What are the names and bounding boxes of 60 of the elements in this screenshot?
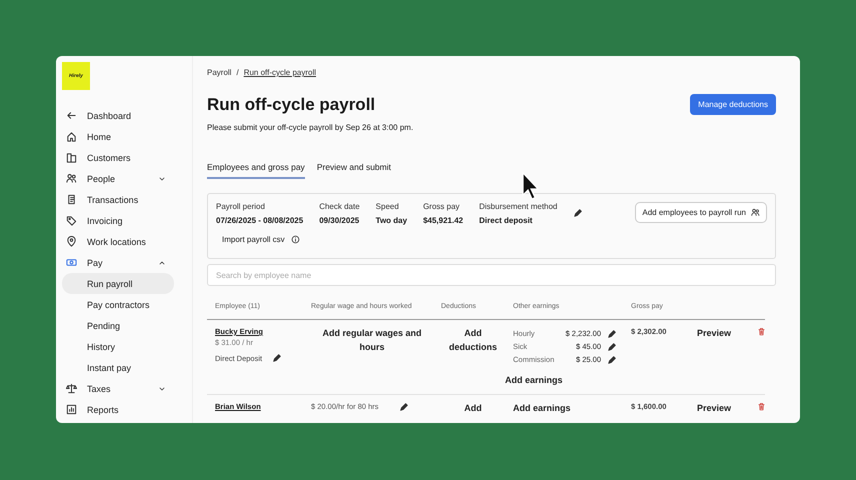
add-earnings-button[interactable]: Add earnings bbox=[513, 402, 571, 415]
field-label: Disbursement method bbox=[479, 202, 558, 211]
tab[interactable]: Preview and submit bbox=[316, 161, 391, 179]
search-field[interactable]: Search by employee name bbox=[207, 264, 776, 286]
receipt-icon bbox=[66, 194, 77, 205]
field-value: Direct deposit bbox=[479, 216, 534, 225]
sidebar-item[interactable]: Reports bbox=[62, 399, 174, 420]
people-icon bbox=[751, 208, 760, 217]
sidebar-subitem[interactable]: Instant pay bbox=[62, 357, 174, 378]
field-label: Payroll period bbox=[216, 202, 266, 211]
field-label: Gross pay bbox=[423, 202, 461, 211]
sidebar-subitem[interactable]: Pending bbox=[62, 315, 174, 336]
import-csv-label: Import payroll csv bbox=[222, 235, 285, 244]
field-value: 07/26/2025 - 08/08/2025 bbox=[216, 216, 304, 225]
add-wages-button[interactable]: Add regular wages and hours bbox=[311, 327, 433, 354]
sidebar-item[interactable]: People bbox=[62, 168, 174, 189]
sidebar-item[interactable]: Pay bbox=[62, 252, 174, 273]
add-deductions-button[interactable]: Add bbox=[464, 402, 482, 415]
manage-deductions-button[interactable]: Manage deductions bbox=[690, 94, 776, 115]
breadcrumb-link[interactable]: Run off-cycle payroll bbox=[244, 68, 316, 77]
sidebar-subitem[interactable]: History bbox=[62, 336, 174, 357]
tab[interactable]: Employees and gross pay bbox=[207, 161, 305, 179]
field-label: Check date bbox=[319, 202, 360, 211]
sidebar-subitem[interactable]: Pay contractors bbox=[62, 294, 174, 315]
home-icon bbox=[66, 131, 77, 142]
field-value: 09/30/2025 bbox=[319, 216, 360, 225]
page-subtitle: Please submit your off-cycle payroll by Sep 26 at 3:00 pm. bbox=[207, 123, 414, 132]
pencil-icon bbox=[272, 353, 282, 363]
breadcrumb-separator: / bbox=[236, 68, 239, 77]
building-icon bbox=[66, 152, 77, 163]
sidebar-item[interactable]: Work locations bbox=[62, 231, 174, 252]
breadcrumb-link[interactable]: Payroll bbox=[207, 68, 232, 77]
sidebar-item[interactable]: Invoicing bbox=[62, 210, 174, 231]
sidebar-item[interactable]: Dashboard bbox=[62, 105, 174, 126]
pencil-icon bbox=[398, 402, 409, 412]
sidebar-item[interactable]: Customers bbox=[62, 147, 174, 168]
preview-button[interactable]: Preview bbox=[697, 327, 732, 340]
back-arrow-icon bbox=[66, 110, 77, 121]
scales-icon bbox=[66, 383, 77, 394]
trash-icon[interactable] bbox=[757, 327, 766, 336]
field-value: $45,921.42 bbox=[423, 216, 464, 225]
sidebar-item[interactable]: Transactions bbox=[62, 189, 174, 210]
info-icon bbox=[290, 235, 300, 244]
money-icon bbox=[66, 257, 77, 268]
tag-icon bbox=[66, 215, 77, 226]
bar-chart-icon bbox=[66, 404, 77, 415]
sidebar-item[interactable]: Taxes bbox=[62, 378, 174, 399]
sidebar-item[interactable]: Home bbox=[62, 126, 174, 147]
preview-button[interactable]: Preview bbox=[697, 402, 732, 415]
field-label: Speed bbox=[376, 202, 400, 211]
field-value: Two day bbox=[376, 216, 408, 225]
people-icon bbox=[66, 173, 77, 184]
page-title: Run off-cycle payroll bbox=[207, 94, 376, 114]
sidebar-subitem[interactable]: Run payroll bbox=[62, 273, 174, 294]
add-earnings-button[interactable]: Add earnings bbox=[505, 374, 623, 388]
add-employees-button[interactable]: Add employees to payroll run bbox=[635, 202, 767, 223]
trash-icon[interactable] bbox=[757, 402, 766, 410]
pencil-icon[interactable] bbox=[573, 208, 584, 218]
location-pin-icon bbox=[66, 236, 77, 247]
add-deductions-button[interactable]: Add deductions bbox=[441, 327, 505, 354]
